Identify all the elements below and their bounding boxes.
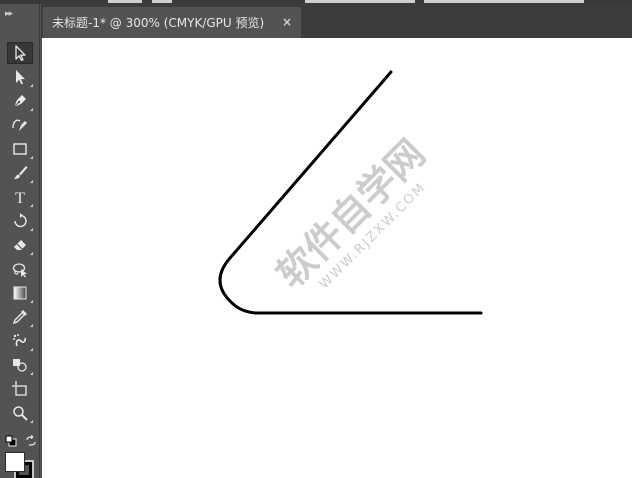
artboard-canvas[interactable]: 软件自学网 WWW.RJZXW.COM [42, 38, 632, 478]
document-tab-bar: 未标题-1* @ 300% (CMYK/GPU 预览) × [41, 4, 632, 38]
gradient-icon [13, 286, 27, 300]
zoom-tool[interactable] [7, 402, 33, 424]
svg-text:T: T [15, 190, 25, 206]
top-control-fragment [305, 0, 415, 3]
eraser-icon [14, 240, 26, 250]
default-colors-icon [5, 435, 17, 447]
paintbrush-icon [14, 166, 28, 179]
arrow-outline-icon [15, 45, 26, 62]
top-control-fragment [152, 0, 172, 3]
close-icon[interactable]: × [282, 15, 632, 29]
shape-builder-tool[interactable] [7, 354, 33, 376]
pen-tool[interactable] [7, 90, 33, 112]
rectangle-tool[interactable] [7, 138, 33, 160]
curvature-pen-icon [12, 119, 27, 131]
panel-collapse-grip[interactable]: ▸▸ [5, 10, 13, 19]
curvature-tool[interactable] [7, 114, 33, 136]
tools-panel: ▸▸ T [0, 4, 40, 478]
eraser-tool[interactable] [7, 234, 33, 256]
watermark-main-text: 软件自学网 [268, 131, 433, 296]
document-tab-title: 未标题-1* @ 300% (CMYK/GPU 预览) [52, 16, 265, 30]
swap-arrows-icon [26, 435, 36, 446]
symbol-sprayer-icon [13, 334, 26, 347]
eyedropper-tool[interactable] [7, 306, 33, 328]
paintbrush-tool[interactable] [7, 162, 33, 184]
arrow-filled-icon [16, 70, 25, 85]
direct-selection-tool[interactable] [7, 66, 33, 88]
default-colors-button[interactable] [5, 432, 17, 447]
type-t-icon: T [15, 190, 25, 206]
artboard-tool[interactable] [7, 378, 33, 400]
pen-nib-icon [13, 95, 26, 108]
type-tool[interactable]: T [7, 186, 33, 208]
symbol-sprayer-tool[interactable] [7, 330, 33, 352]
shape-builder-icon [13, 359, 27, 372]
artwork-svg: 软件自学网 WWW.RJZXW.COM [218, 70, 483, 315]
lasso-icon [12, 263, 27, 278]
fill-color-swatch[interactable] [5, 452, 25, 472]
top-control-fragment [108, 0, 142, 3]
lasso-tool[interactable] [7, 258, 33, 280]
watermark: 软件自学网 WWW.RJZXW.COM [268, 131, 433, 296]
rectangle-icon [13, 143, 27, 155]
rotate-icon [14, 213, 27, 228]
selection-tool[interactable] [7, 42, 33, 64]
swap-colors-button[interactable] [25, 432, 37, 446]
top-control-fragment [424, 0, 584, 3]
gradient-tool[interactable] [7, 282, 33, 304]
rotate-tool[interactable] [7, 210, 33, 232]
document-tab[interactable]: 未标题-1* @ 300% (CMYK/GPU 预览) [43, 7, 301, 38]
artboard-icon [12, 381, 27, 396]
magnifier-icon [13, 406, 28, 421]
eyedropper-icon [12, 310, 27, 325]
